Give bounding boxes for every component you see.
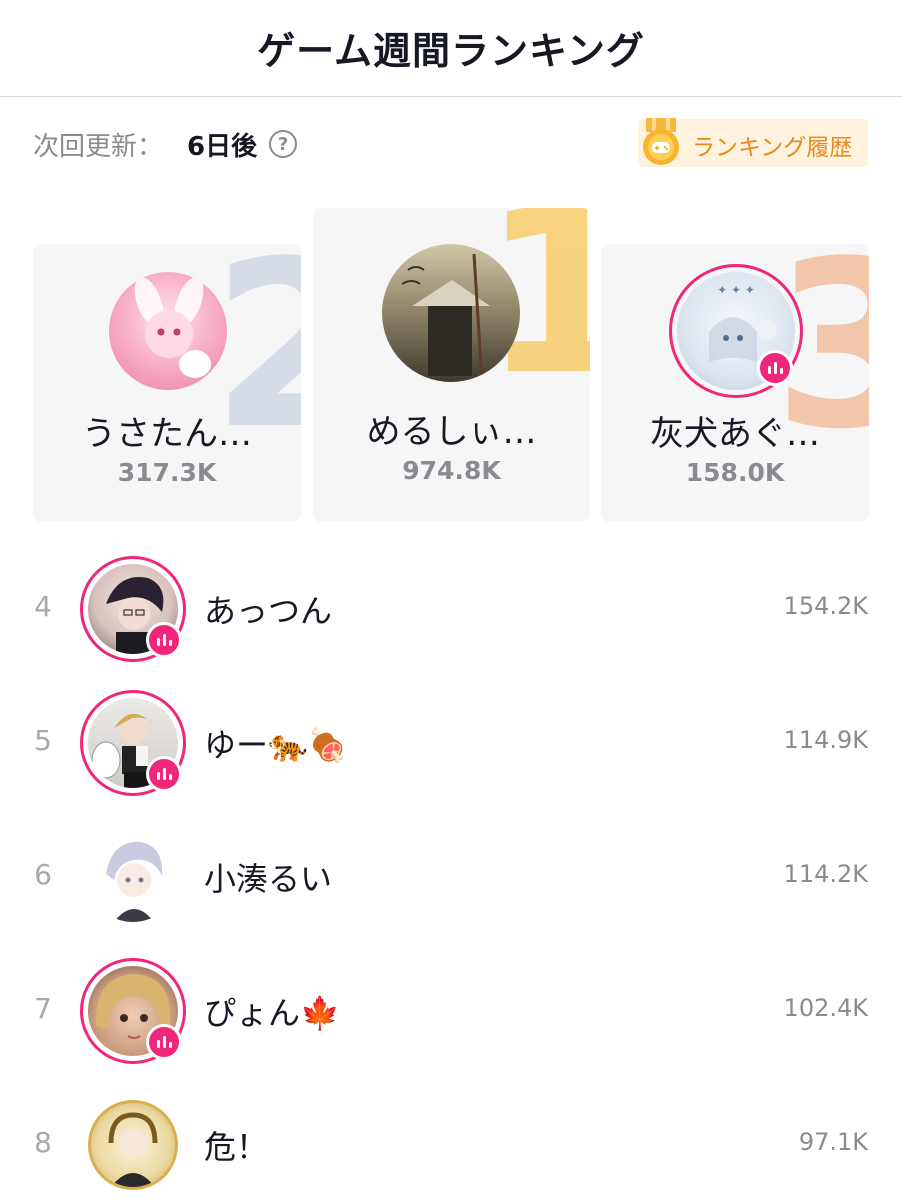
score: 97.1K — [798, 1128, 868, 1156]
next-update-value: 6日後 — [187, 131, 258, 162]
score: 154.2K — [783, 592, 868, 620]
avatar — [382, 244, 520, 382]
podium-score: 317.3K — [117, 458, 217, 487]
podium-score: 158.0K — [685, 458, 785, 487]
podium-card-rank-3[interactable]: 3 ✦ ✦ ✦ 灰犬あぐ… 158.0K — [601, 244, 869, 522]
live-badge-icon — [146, 1024, 182, 1060]
user-name: 危！ — [204, 1128, 269, 1166]
live-badge-icon — [146, 756, 182, 792]
avatar — [109, 272, 227, 390]
rank-number: 4 — [34, 590, 52, 623]
list-item[interactable]: 4 あっつん 154.2K — [0, 552, 902, 662]
rank-number: 5 — [34, 724, 52, 757]
question-circle-icon[interactable]: ? — [269, 130, 298, 158]
page-title: ゲーム週間ランキング — [257, 29, 645, 73]
header: ゲーム週間ランキング — [0, 0, 902, 97]
next-update-info: 次回更新： 6日後 ? — [33, 124, 298, 164]
user-name: ゆー🐅🍖 — [204, 726, 348, 764]
ranking-history-button[interactable]: ランキング履歴 — [638, 118, 868, 167]
rank-number: 8 — [34, 1126, 52, 1159]
podium-name: うさたん… — [82, 414, 252, 454]
avatar — [88, 832, 178, 922]
list-item[interactable]: 7 ぴょん🍁 102.4K — [0, 954, 902, 1064]
podium-name: 灰犬あぐ… — [650, 414, 820, 454]
podium-score: 974.8K — [402, 456, 501, 485]
user-name: ぴょん🍁 — [204, 994, 340, 1032]
list-item[interactable]: 8 危！ 97.1K — [0, 1088, 902, 1198]
user-name: あっつん — [204, 592, 333, 630]
live-badge-icon — [146, 622, 182, 658]
score: 114.2K — [783, 860, 868, 888]
podium-card-rank-2[interactable]: 2 うさたん… 317.3K — [33, 244, 301, 522]
list-item[interactable]: 5 ゆー🐅🍖 114.9K — [0, 686, 902, 796]
avatar — [88, 1100, 178, 1190]
next-update-label: 次回更新： — [33, 131, 164, 162]
ranking-history-label: ランキング履歴 — [692, 135, 853, 161]
score: 102.4K — [783, 994, 868, 1022]
rank-number: 6 — [34, 858, 52, 891]
list-item[interactable]: 6 小湊るい 114.2K — [0, 820, 902, 930]
svg-text:✦ ✦ ✦: ✦ ✦ ✦ — [717, 283, 755, 297]
score: 114.9K — [783, 726, 868, 754]
live-badge-icon — [757, 350, 793, 386]
user-name: 小湊るい — [204, 860, 333, 898]
game-controller-medal-icon — [643, 118, 679, 165]
rank-number: 7 — [34, 992, 52, 1025]
podium-card-rank-1[interactable]: 1 めるしぃ… 974.8K — [313, 208, 590, 522]
podium-name: めるしぃ… — [366, 412, 537, 452]
